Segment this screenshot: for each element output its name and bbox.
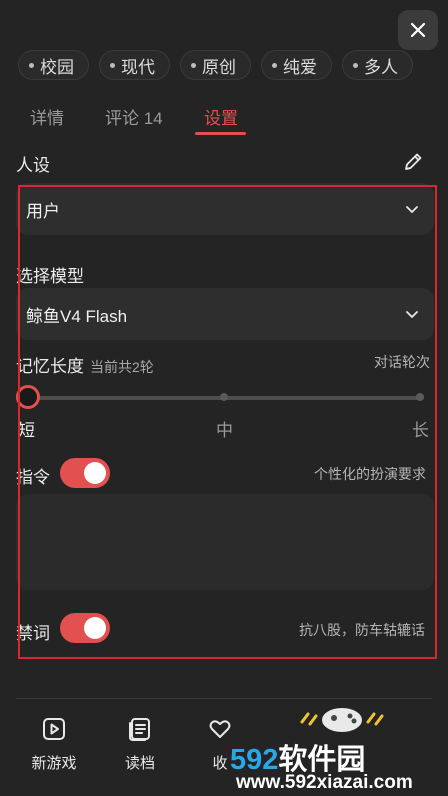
- bullet-icon: [191, 62, 196, 68]
- memory-slider-thumb[interactable]: [16, 385, 40, 409]
- instruction-note: 个性化的扮演要求: [314, 466, 426, 482]
- tag-label: 校园: [40, 57, 74, 77]
- active-tab-indicator: [195, 132, 246, 135]
- bullet-icon: [353, 62, 358, 68]
- slider-label-medium: 中: [216, 421, 233, 440]
- memory-current-count: 当前共2轮: [90, 359, 154, 375]
- model-select[interactable]: 鲸鱼V4 Flash: [16, 288, 434, 340]
- tag-label: 纯爱: [283, 57, 317, 77]
- instruction-label: 指令: [16, 468, 50, 487]
- persona-select[interactable]: 用户: [16, 183, 434, 235]
- bullet-icon: [272, 62, 277, 68]
- tab-bar: 详情 评论 14 设置: [0, 100, 448, 136]
- tag-chip[interactable]: 原创: [180, 50, 251, 80]
- document-list-icon: [129, 718, 150, 741]
- banned-words-note: 抗八股，防车轱辘话: [299, 622, 425, 638]
- tag-chip[interactable]: 纯爱: [261, 50, 332, 80]
- memory-length-label: 记忆长度: [16, 357, 84, 376]
- nav-new-game[interactable]: 新游戏: [24, 716, 84, 773]
- edit-persona-button[interactable]: [402, 151, 424, 178]
- tab-settings[interactable]: 设置: [204, 104, 238, 129]
- slider-tick: [220, 393, 228, 401]
- tag-label: 原创: [202, 57, 236, 77]
- nav-new-game-label: 新游戏: [31, 755, 77, 772]
- pencil-icon: [405, 153, 422, 170]
- slider-tick: [416, 393, 424, 401]
- slider-label-short: 短: [18, 421, 35, 440]
- watermark-url: www.592xiazai.com: [236, 772, 413, 793]
- nav-load-save[interactable]: 读档: [110, 716, 170, 773]
- banned-words-toggle[interactable]: [60, 613, 110, 643]
- chevron-down-icon: [406, 206, 418, 213]
- tag-chip[interactable]: 校园: [18, 50, 89, 80]
- watermark-logo: 592软件园 www.592xiazai.com: [222, 736, 448, 796]
- model-label: 选择模型: [16, 267, 84, 286]
- bullet-icon: [29, 62, 34, 68]
- bullet-icon: [110, 62, 115, 68]
- tag-chip[interactable]: 现代: [99, 50, 170, 80]
- tag-label: 多人: [364, 57, 398, 77]
- slider-label-long: 长: [412, 421, 429, 440]
- memory-length-header: 记忆长度 当前共2轮: [16, 352, 154, 377]
- nav-load-save-label: 读档: [124, 755, 155, 772]
- close-icon: [410, 22, 426, 38]
- persona-select-value: 用户: [26, 201, 60, 221]
- persona-label: 人设: [16, 156, 50, 175]
- tab-details[interactable]: 详情: [30, 104, 64, 129]
- tab-comments[interactable]: 评论 14: [105, 104, 163, 129]
- instruction-toggle[interactable]: [60, 458, 110, 488]
- divider: [16, 698, 432, 699]
- banned-words-label: 禁词: [16, 624, 50, 643]
- tag-label: 现代: [121, 57, 155, 77]
- model-select-value: 鲸鱼V4 Flash: [26, 306, 128, 326]
- tag-chip[interactable]: 多人: [342, 50, 413, 80]
- memory-note: 对话轮次: [374, 354, 430, 370]
- close-button[interactable]: [398, 10, 438, 50]
- instruction-input[interactable]: [16, 494, 434, 590]
- chevron-down-icon: [406, 311, 418, 318]
- tag-list: 校园 现代 原创 纯爱 多人: [18, 50, 413, 80]
- play-square-icon: [43, 718, 65, 740]
